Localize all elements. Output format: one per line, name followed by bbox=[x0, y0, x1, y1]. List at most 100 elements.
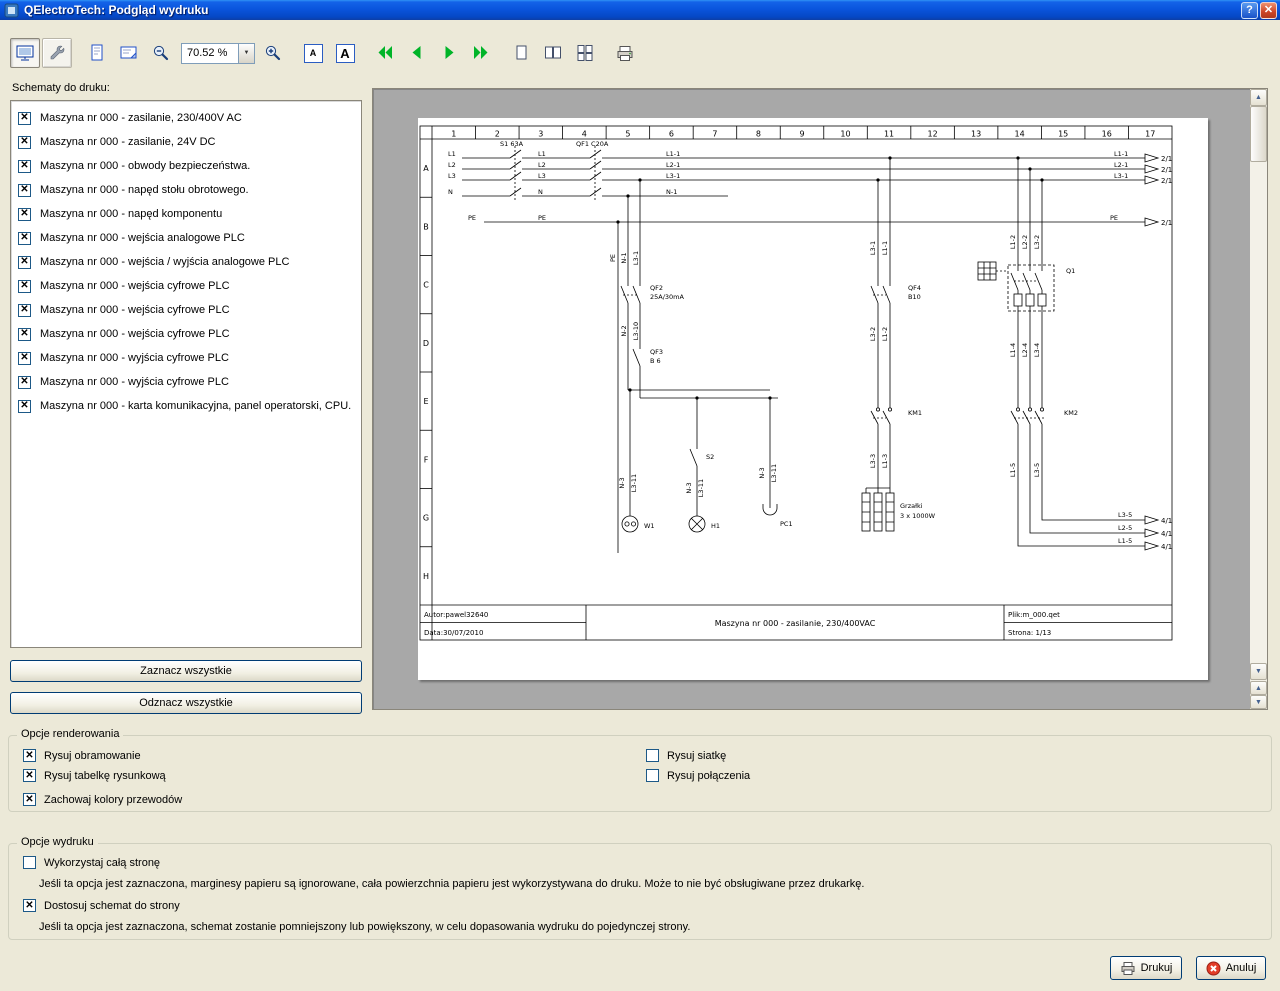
item-label: Maszyna nr 000 - napęd stołu obrotowego. bbox=[40, 184, 249, 196]
print-options-button[interactable] bbox=[42, 38, 72, 68]
svg-text:11: 11 bbox=[884, 130, 894, 139]
item-checkbox[interactable] bbox=[18, 208, 31, 221]
checkbox-keep-wire-colors[interactable]: Zachowaj kolory przewodów bbox=[23, 793, 182, 806]
app-icon bbox=[4, 3, 19, 18]
svg-text:S1 63A: S1 63A bbox=[500, 140, 524, 148]
font-smaller-button[interactable]: A bbox=[298, 38, 328, 68]
item-checkbox[interactable] bbox=[18, 376, 31, 389]
print-options-groupbox: Opcje wydruku Wykorzystaj całą stronę Je… bbox=[8, 843, 1272, 940]
preview-area[interactable]: 1234567891011121314151617ABCDEFGHL1L2L3N… bbox=[372, 88, 1268, 710]
item-checkbox[interactable] bbox=[18, 256, 31, 269]
item-checkbox[interactable] bbox=[18, 280, 31, 293]
checkbox-use-full-page[interactable]: Wykorzystaj całą stronę bbox=[23, 856, 160, 869]
checkbox-box[interactable] bbox=[646, 749, 659, 762]
list-item[interactable]: Maszyna nr 000 - wejścia cyfrowe PLC bbox=[11, 322, 361, 346]
checkbox-draw-border[interactable]: Rysuj obramowanie bbox=[23, 749, 141, 762]
svg-text:L3-5: L3-5 bbox=[1033, 463, 1041, 477]
combo-dropdown-button[interactable]: ▼ bbox=[238, 44, 254, 63]
list-item[interactable]: Maszyna nr 000 - obwody bezpieczeństwa. bbox=[11, 154, 361, 178]
svg-text:PC1: PC1 bbox=[780, 520, 793, 528]
checkbox-fit-to-page[interactable]: Dostosuj schemat do strony bbox=[23, 899, 180, 912]
single-page-view-button[interactable] bbox=[506, 38, 536, 68]
checkbox-box[interactable] bbox=[23, 793, 36, 806]
list-item[interactable]: Maszyna nr 000 - wyjścia cyfrowe PLC bbox=[11, 346, 361, 370]
deselect-all-button[interactable]: Odznacz wszystkie bbox=[10, 692, 362, 714]
list-item[interactable]: Maszyna nr 000 - wejścia analogowe PLC bbox=[11, 226, 361, 250]
last-page-button[interactable] bbox=[466, 38, 496, 68]
portrait-page-icon bbox=[87, 43, 107, 63]
landscape-button[interactable] bbox=[114, 38, 144, 68]
svg-text:14: 14 bbox=[1015, 130, 1025, 139]
checkbox-box[interactable] bbox=[23, 749, 36, 762]
list-item[interactable]: Maszyna nr 000 - karta komunikacyjna, pa… bbox=[11, 394, 361, 418]
cancel-button[interactable]: Anuluj bbox=[1196, 956, 1266, 980]
svg-text:L1-1: L1-1 bbox=[881, 241, 889, 255]
toolbar: 70.52 % ▼ A A bbox=[10, 36, 642, 70]
checkbox-draw-grid[interactable]: Rysuj siatkę bbox=[646, 749, 726, 762]
item-checkbox[interactable] bbox=[18, 400, 31, 413]
scroll-down-button[interactable]: ▼ bbox=[1250, 663, 1267, 680]
checkbox-label: Dostosuj schemat do strony bbox=[44, 900, 180, 912]
list-item[interactable]: Maszyna nr 000 - zasilanie, 230/400V AC bbox=[11, 106, 361, 130]
vertical-scrollbar[interactable]: ▲ ▼ ▲ ▼ bbox=[1250, 89, 1267, 709]
close-button[interactable]: ✕ bbox=[1260, 2, 1277, 19]
print-button[interactable]: Drukuj bbox=[1110, 956, 1182, 980]
scroll-up-button[interactable]: ▲ bbox=[1250, 89, 1267, 106]
list-item[interactable]: Maszyna nr 000 - wejścia cyfrowe PLC bbox=[11, 274, 361, 298]
list-item[interactable]: Maszyna nr 000 - wejścia cyfrowe PLC bbox=[11, 298, 361, 322]
svg-text:L1-2: L1-2 bbox=[881, 327, 889, 341]
scroll-up-button-2[interactable]: ▲ bbox=[1250, 681, 1267, 695]
checkbox-box[interactable] bbox=[23, 856, 36, 869]
facing-pages-view-button[interactable] bbox=[538, 38, 568, 68]
checkbox-box[interactable] bbox=[646, 769, 659, 782]
first-page-button[interactable] bbox=[370, 38, 400, 68]
previous-page-button[interactable] bbox=[402, 38, 432, 68]
display-mode-button[interactable] bbox=[10, 38, 40, 68]
schematics-list-label: Schematy do druku: bbox=[12, 82, 110, 94]
item-checkbox[interactable] bbox=[18, 184, 31, 197]
item-checkbox[interactable] bbox=[18, 304, 31, 317]
print-options-title: Opcje wydruku bbox=[17, 836, 98, 848]
svg-text:L3-1: L3-1 bbox=[1114, 172, 1128, 180]
checkbox-box[interactable] bbox=[23, 899, 36, 912]
list-item[interactable]: Maszyna nr 000 - wejścia / wyjścia analo… bbox=[11, 250, 361, 274]
svg-text:2/1: 2/1 bbox=[1161, 219, 1172, 227]
zoom-out-button[interactable] bbox=[146, 38, 176, 68]
select-all-button[interactable]: Zaznacz wszystkie bbox=[10, 660, 362, 682]
font-larger-button[interactable]: A bbox=[330, 38, 360, 68]
item-label: Maszyna nr 000 - wyjścia cyfrowe PLC bbox=[40, 352, 229, 364]
list-item[interactable]: Maszyna nr 000 - napęd stołu obrotowego. bbox=[11, 178, 361, 202]
render-options-groupbox: Opcje renderowania Rysuj obramowanie Rys… bbox=[8, 735, 1272, 812]
item-checkbox[interactable] bbox=[18, 328, 31, 341]
item-checkbox[interactable] bbox=[18, 232, 31, 245]
list-item[interactable]: Maszyna nr 000 - napęd komponentu bbox=[11, 202, 361, 226]
scroll-down-button-2[interactable]: ▼ bbox=[1250, 695, 1267, 709]
preview-page: 1234567891011121314151617ABCDEFGHL1L2L3N… bbox=[418, 118, 1208, 680]
scrollbar-thumb[interactable] bbox=[1250, 106, 1267, 162]
schematics-list[interactable]: Maszyna nr 000 - zasilanie, 230/400V AC … bbox=[10, 100, 362, 648]
svg-text:2: 2 bbox=[495, 130, 500, 139]
item-checkbox[interactable] bbox=[18, 160, 31, 173]
zoom-combobox[interactable]: 70.52 % ▼ bbox=[181, 43, 255, 64]
next-page-button[interactable] bbox=[434, 38, 464, 68]
svg-text:Strona: 1/13: Strona: 1/13 bbox=[1008, 629, 1051, 637]
checkbox-draw-terminals[interactable]: Rysuj połączenia bbox=[646, 769, 750, 782]
svg-text:L3-1: L3-1 bbox=[632, 251, 640, 265]
list-item[interactable]: Maszyna nr 000 - wyjścia cyfrowe PLC bbox=[11, 370, 361, 394]
print-button-toolbar[interactable] bbox=[610, 38, 640, 68]
item-checkbox[interactable] bbox=[18, 352, 31, 365]
svg-text:7: 7 bbox=[712, 130, 717, 139]
checkbox-draw-titleblock[interactable]: Rysuj tabelkę rysunkową bbox=[23, 769, 166, 782]
zoom-in-button[interactable] bbox=[258, 38, 288, 68]
item-checkbox[interactable] bbox=[18, 112, 31, 125]
checkbox-box[interactable] bbox=[23, 769, 36, 782]
titlebar[interactable]: QElectroTech: Podgląd wydruku ? ✕ bbox=[0, 0, 1280, 20]
item-checkbox[interactable] bbox=[18, 136, 31, 149]
svg-text:L2: L2 bbox=[448, 161, 456, 169]
portrait-button[interactable] bbox=[82, 38, 112, 68]
schematic-drawing: 1234567891011121314151617ABCDEFGHL1L2L3N… bbox=[418, 118, 1208, 680]
help-button[interactable]: ? bbox=[1241, 2, 1258, 19]
svg-text:L1-3: L1-3 bbox=[881, 454, 889, 468]
overview-pages-view-button[interactable] bbox=[570, 38, 600, 68]
list-item[interactable]: Maszyna nr 000 - zasilanie, 24V DC bbox=[11, 130, 361, 154]
